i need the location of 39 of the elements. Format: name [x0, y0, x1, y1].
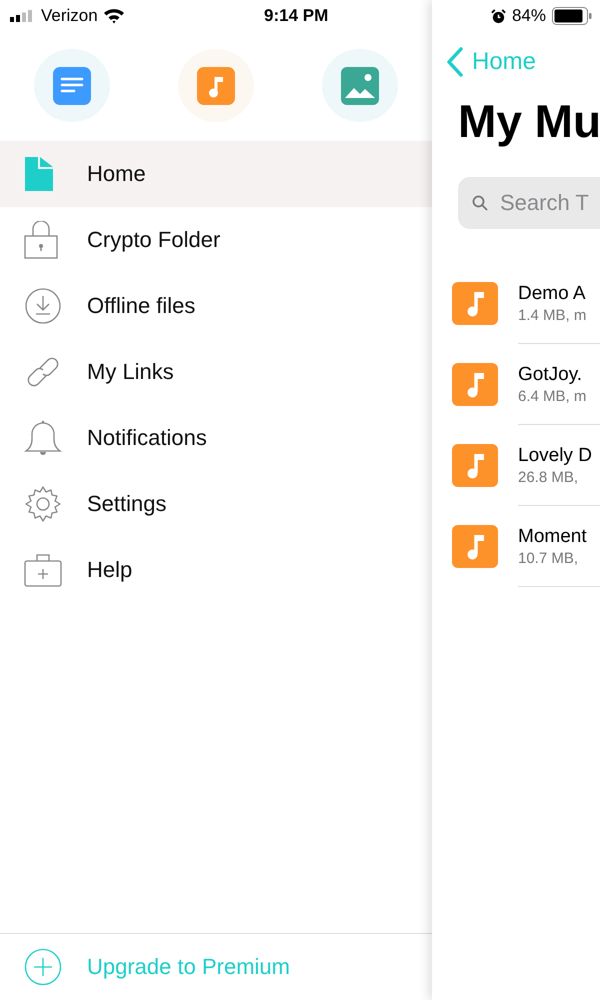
menu-item[interactable]: Notifications [0, 405, 432, 471]
file-name[interactable]: Demo A [518, 282, 600, 304]
clock-time: 9:14 PM [264, 6, 328, 26]
document-icon [53, 66, 91, 104]
document-icon [24, 157, 54, 191]
menu-item[interactable]: Settings [0, 471, 432, 537]
chevron-left-icon [446, 46, 464, 78]
wifi-icon [102, 8, 125, 24]
menu-item[interactable]: Crypto Folder [0, 207, 432, 273]
file-details: 26.8 MB, [518, 468, 580, 486]
alarm-icon [490, 8, 506, 24]
music-file-icon [452, 444, 498, 487]
file-details: 6.4 MB, m [518, 388, 588, 404]
music-file-icon [452, 525, 498, 568]
file-details: 1.4 MB, m [518, 306, 588, 324]
carrier-name: Verizon [41, 6, 98, 26]
battery-percent: 84% [512, 6, 546, 26]
music-file-icon [452, 282, 498, 325]
first-aid-kit-icon [24, 553, 62, 587]
bell-icon [24, 419, 62, 457]
menu-item[interactable]: Offline files [0, 273, 432, 339]
music-note-icon [197, 66, 235, 104]
file-name[interactable]: Lovely D [518, 444, 600, 466]
upgrade-label: Upgrade to Premium [87, 954, 290, 980]
battery-icon [552, 7, 592, 25]
file-name[interactable]: Moment [518, 526, 600, 548]
menu-item[interactable]: Home [0, 141, 432, 207]
file-details: 10.7 MB, [518, 550, 580, 566]
menu-item[interactable]: Help [0, 537, 432, 603]
menu-item[interactable]: My Links [0, 339, 432, 405]
music-file-icon [452, 363, 498, 406]
image-icon [341, 66, 379, 104]
lock-icon [24, 221, 58, 259]
plus-circle-icon [24, 948, 62, 986]
file-name[interactable]: GotJoy. [518, 364, 600, 386]
search-field[interactable]: Search T [458, 177, 600, 229]
settings-icon [24, 485, 62, 523]
download-icon [24, 288, 62, 324]
page-title: My Mu [457, 94, 600, 148]
